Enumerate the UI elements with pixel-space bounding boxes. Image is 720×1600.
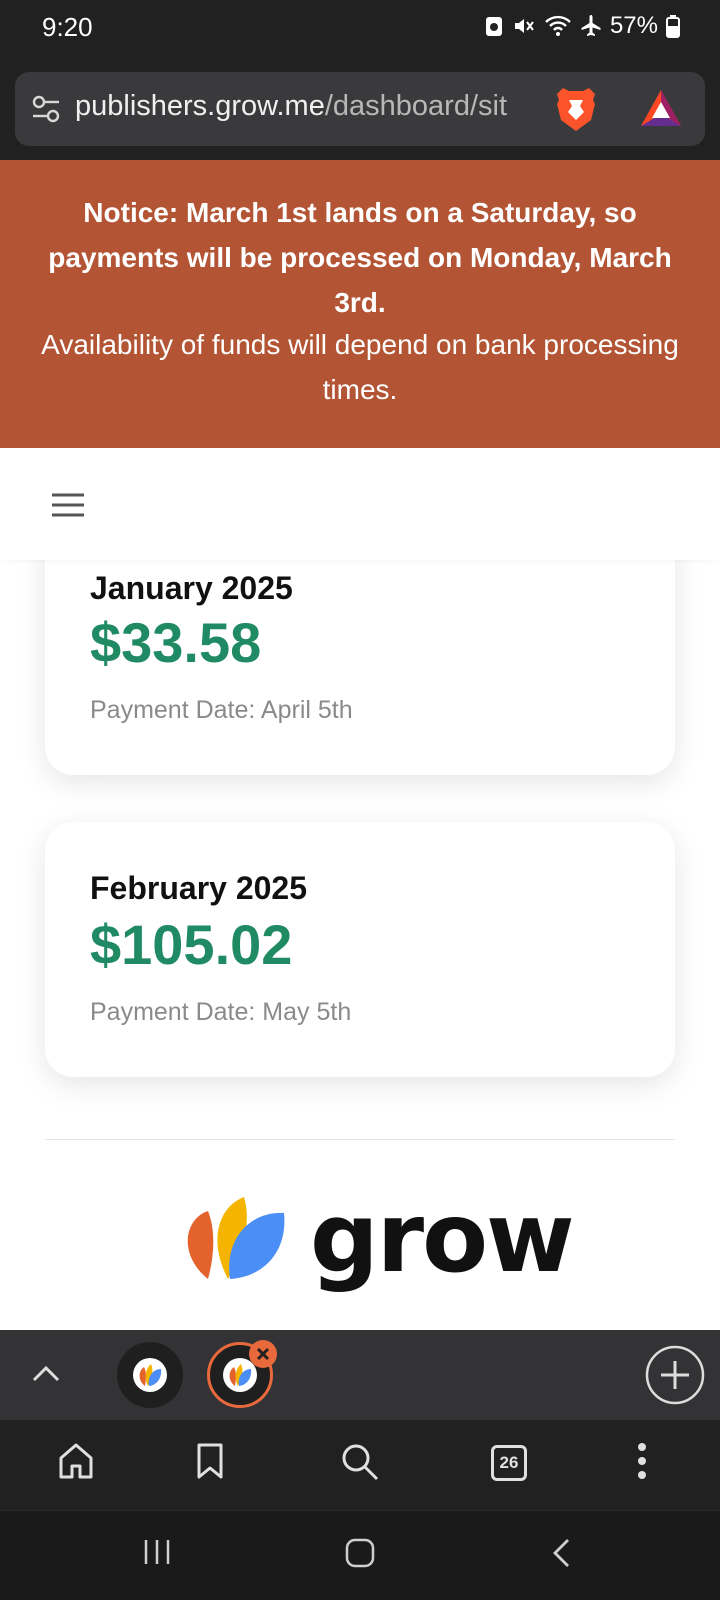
- battery-icon: [666, 15, 680, 38]
- bookmark-icon[interactable]: [196, 1442, 224, 1480]
- grow-leaf-icon: [187, 1197, 285, 1279]
- airplane-icon: [581, 15, 601, 36]
- notice-banner: Notice: March 1st lands on a Saturday, s…: [0, 160, 720, 448]
- grow-logo[interactable]: grow: [180, 1182, 575, 1294]
- address-bar[interactable]: publishers.grow.me/dashboard/sit: [15, 72, 705, 146]
- cat-icon: [485, 17, 502, 36]
- site-header: [0, 448, 720, 560]
- home-icon[interactable]: [58, 1442, 94, 1480]
- notice-bold-text: Notice: March 1st lands on a Saturday, s…: [48, 197, 672, 318]
- footer-divider: [45, 1139, 675, 1140]
- payment-date: Payment Date: April 5th: [90, 696, 353, 724]
- payment-date: Payment Date: May 5th: [90, 998, 352, 1026]
- tab-close-button[interactable]: [249, 1340, 277, 1368]
- home-button-icon[interactable]: [344, 1537, 376, 1569]
- grow-favicon-icon: [133, 1358, 167, 1392]
- tab-count-button[interactable]: 26: [491, 1445, 527, 1481]
- wifi-icon: [545, 15, 571, 36]
- new-tab-plus-icon[interactable]: [645, 1345, 705, 1405]
- notice-regular-text: Availability of funds will depend on ban…: [41, 329, 679, 405]
- recents-icon[interactable]: [142, 1537, 172, 1567]
- earnings-month: February 2025: [90, 870, 308, 906]
- back-icon[interactable]: [550, 1537, 572, 1569]
- url-text[interactable]: publishers.grow.me/dashboard/sit: [75, 90, 553, 130]
- more-options-icon[interactable]: [636, 1442, 648, 1480]
- chevron-up-icon[interactable]: [30, 1358, 62, 1390]
- brave-lion-icon[interactable]: [555, 84, 597, 134]
- bat-rewards-icon[interactable]: [639, 88, 683, 128]
- earnings-amount: $33.58: [90, 611, 262, 674]
- mute-icon: [514, 19, 534, 33]
- status-time: 9:20: [42, 12, 93, 42]
- hamburger-menu-icon[interactable]: [50, 492, 86, 518]
- tune-icon[interactable]: [31, 94, 61, 124]
- grow-logo-text: grow: [310, 1182, 575, 1294]
- earnings-amount: $105.02: [90, 913, 293, 976]
- url-path: /dashboard/sit: [324, 90, 508, 122]
- earnings-month: January 2025: [90, 570, 293, 606]
- system-navigation-bar: [0, 1510, 720, 1600]
- tab-strip: [0, 1330, 720, 1420]
- web-page: Notice: March 1st lands on a Saturday, s…: [0, 160, 720, 1330]
- close-icon: [256, 1347, 270, 1361]
- status-bar: 9:20 57%: [0, 0, 720, 60]
- url-host: publishers.grow.me: [75, 90, 325, 122]
- earnings-card: February 2025 $105.02 Payment Date: May …: [45, 822, 675, 1077]
- search-icon[interactable]: [340, 1442, 380, 1482]
- status-icons: 57%: [484, 12, 680, 40]
- battery-percent: 57%: [609, 12, 658, 39]
- browser-toolbar: [0, 1420, 720, 1510]
- tab-thumbnail[interactable]: [117, 1342, 183, 1408]
